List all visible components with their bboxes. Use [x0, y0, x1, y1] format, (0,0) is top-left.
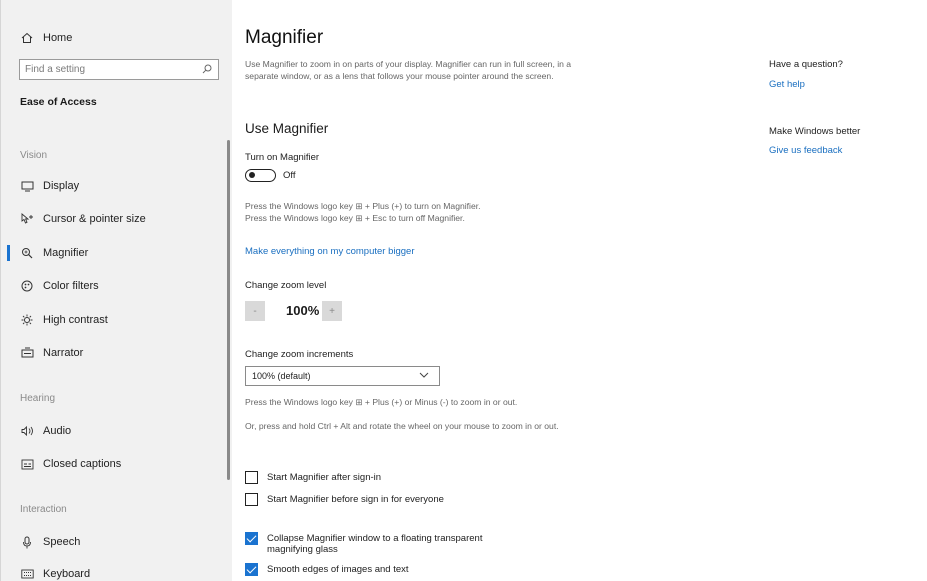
make-bigger-link[interactable]: Make everything on my computer bigger — [245, 246, 415, 257]
turn-on-label: Turn on Magnifier — [245, 152, 320, 163]
question-heading: Have a question? — [769, 59, 843, 70]
checkbox-label: Collapse Magnifier window to a floating … — [267, 533, 483, 555]
toggle-state-text: Off — [283, 170, 296, 181]
sidebar-item-label: Cursor & pointer size — [43, 213, 146, 225]
sidebar-item-closed-captions[interactable]: Closed captions — [1, 449, 227, 479]
cursor-icon — [20, 213, 34, 225]
magnifier-toggle[interactable] — [245, 169, 276, 182]
give-feedback-link[interactable]: Give us feedback — [769, 145, 842, 156]
checkbox-label: Start Magnifier after sign-in — [267, 472, 382, 483]
search-icon — [202, 64, 212, 77]
checkbox-label: Smooth edges of images and text — [267, 564, 409, 575]
checkbox-checked[interactable] — [245, 563, 258, 576]
feedback-heading: Make Windows better — [769, 126, 861, 137]
chevron-down-icon — [419, 371, 429, 381]
sidebar-item-cursor[interactable]: Cursor & pointer size — [1, 204, 227, 234]
zoom-level-label: Change zoom level — [245, 280, 327, 291]
sidebar-item-label: Audio — [43, 425, 72, 437]
category-title: Ease of Access — [20, 96, 97, 108]
zoom-hint-mouse: Or, press and hold Ctrl + Alt and rotate… — [245, 421, 559, 431]
sidebar-item-label: Color filters — [43, 280, 99, 292]
get-help-link[interactable]: Get help — [769, 79, 805, 90]
sidebar-item-label: Display — [43, 180, 80, 192]
microphone-icon — [20, 536, 34, 549]
zoom-increments-value: 100% (default) — [252, 371, 311, 381]
search-input[interactable]: Find a setting — [19, 59, 219, 80]
sidebar-scrollbar[interactable] — [227, 140, 230, 480]
sidebar-item-display[interactable]: Display — [1, 171, 227, 201]
sidebar-item-keyboard[interactable]: Keyboard — [1, 559, 227, 581]
sidebar-item-home[interactable]: Home — [1, 23, 227, 53]
active-indicator — [7, 245, 10, 261]
sidebar-item-narrator[interactable]: Narrator — [1, 338, 227, 368]
sidebar-item-label: Closed captions — [43, 458, 122, 470]
sidebar-item-audio[interactable]: Audio — [1, 416, 227, 446]
checkbox-start-before-signin[interactable]: Start Magnifier before sign in for every… — [245, 493, 537, 506]
sidebar-item-label: Speech — [43, 536, 81, 548]
keyboard-icon — [20, 569, 34, 579]
checkbox[interactable] — [245, 471, 258, 484]
main-content: Magnifier Use Magnifier to zoom in on pa… — [232, 0, 927, 581]
checkbox-start-after-signin[interactable]: Start Magnifier after sign-in — [245, 471, 537, 484]
zoom-increments-label: Change zoom increments — [245, 349, 354, 360]
checkbox-smooth-edges[interactable]: Smooth edges of images and text — [245, 563, 537, 576]
high-contrast-icon — [20, 314, 34, 326]
sidebar-item-label: Narrator — [43, 347, 84, 359]
sidebar: Home Find a setting Ease of Access Visio… — [0, 0, 232, 581]
color-filters-icon — [20, 280, 34, 292]
search-placeholder: Find a setting — [25, 64, 86, 75]
section-heading-interaction: Interaction — [20, 504, 67, 515]
checkbox-label: Start Magnifier before sign in for every… — [267, 494, 444, 505]
section-heading-vision: Vision — [20, 150, 48, 161]
zoom-increments-select[interactable]: 100% (default) — [245, 366, 440, 386]
closed-captions-icon — [20, 459, 34, 470]
zoom-out-button[interactable]: - — [245, 301, 265, 321]
zoom-level-value: 100% — [286, 303, 320, 318]
sidebar-item-label: Keyboard — [43, 568, 91, 580]
narrator-icon — [20, 347, 34, 359]
checkbox[interactable] — [245, 493, 258, 506]
sidebar-item-high-contrast[interactable]: High contrast — [1, 305, 227, 335]
page-title: Magnifier — [245, 27, 324, 48]
zoom-hint-keys: Press the Windows logo key ⊞ + Plus (+) … — [245, 397, 518, 407]
display-icon — [20, 181, 34, 192]
sidebar-item-label: Home — [43, 32, 73, 44]
sidebar-item-color-filters[interactable]: Color filters — [1, 271, 227, 301]
shortcut-hint-on: Press the Windows logo key ⊞ + Plus (+) … — [245, 201, 481, 211]
toggle-knob — [249, 172, 255, 178]
magnifier-icon — [20, 247, 34, 259]
section-heading-hearing: Hearing — [20, 393, 56, 404]
page-description: Use Magnifier to zoom in on parts of you… — [245, 59, 572, 81]
home-icon — [20, 32, 34, 44]
sidebar-item-label: Magnifier — [43, 247, 89, 259]
section-title: Use Magnifier — [245, 121, 329, 136]
sidebar-item-magnifier[interactable]: Magnifier — [1, 238, 227, 268]
checkbox-checked[interactable] — [245, 532, 258, 545]
sidebar-item-speech[interactable]: Speech — [1, 527, 227, 557]
audio-icon — [20, 425, 34, 437]
zoom-in-button[interactable]: + — [322, 301, 342, 321]
sidebar-item-label: High contrast — [43, 314, 108, 326]
checkbox-collapse-window[interactable]: Collapse Magnifier window to a floating … — [245, 532, 527, 555]
shortcut-hint-off: Press the Windows logo key ⊞ + Esc to tu… — [245, 213, 465, 223]
